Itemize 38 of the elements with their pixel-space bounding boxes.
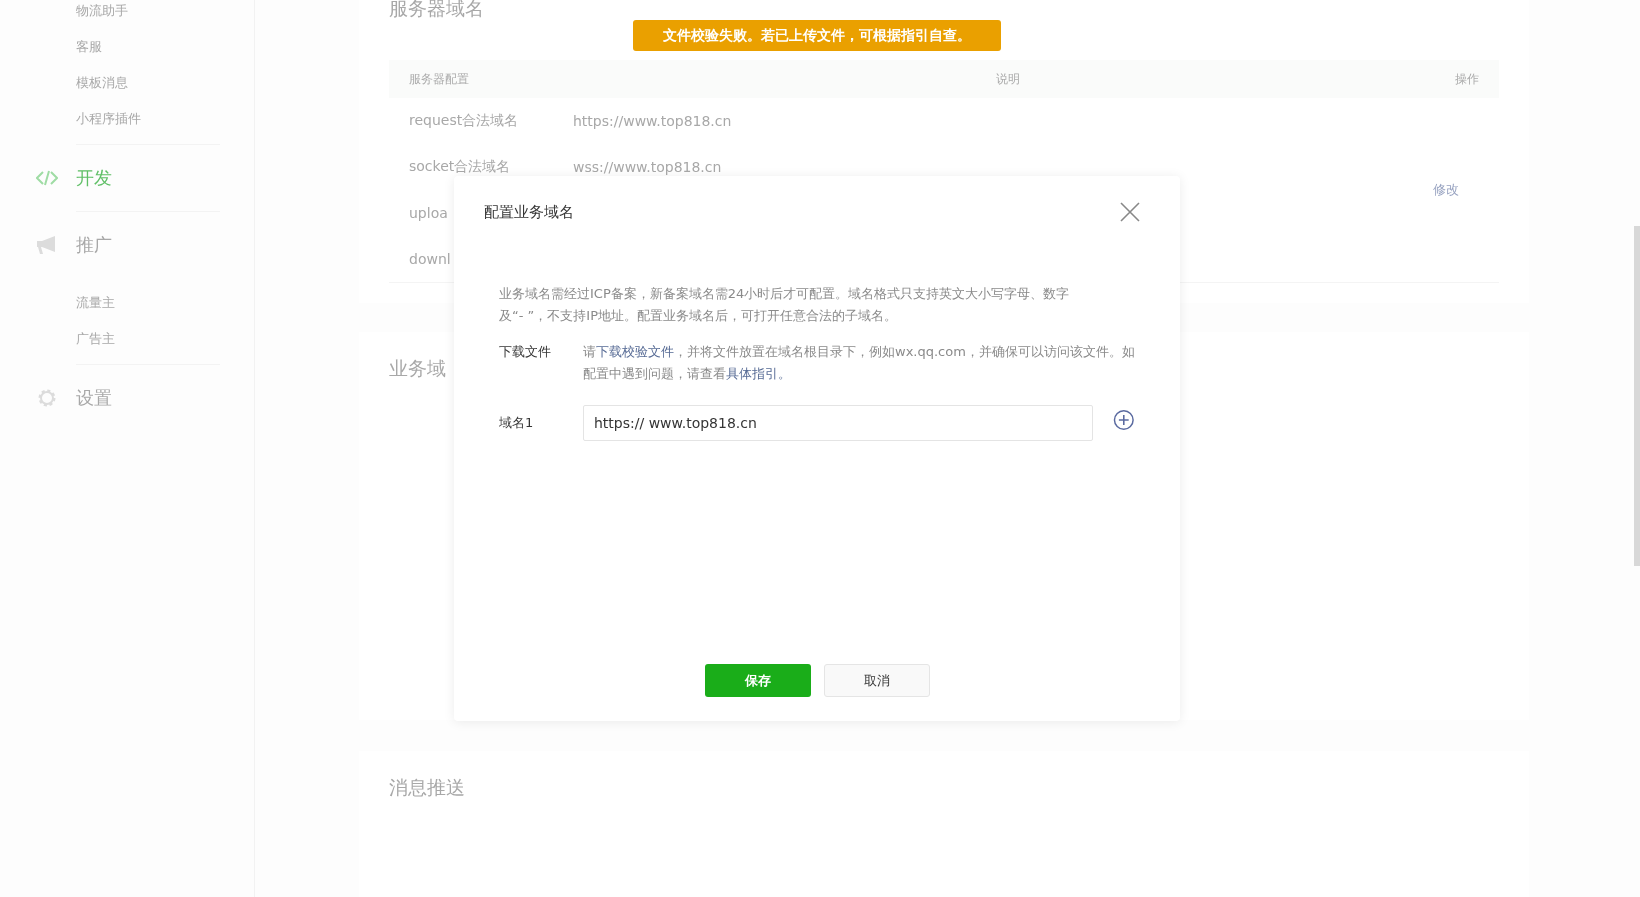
domain-input-field[interactable]: https:// www.top818.cn: [583, 405, 1094, 441]
column-header: 说明: [996, 70, 1021, 88]
code-icon: [36, 170, 58, 186]
instruction-text: 请下载校验文件，并将文件放置在域名根目录下，例如wx.qq.com，并确保可以访问该文件。如配置中遇到问题，请查看具体指引。: [583, 343, 1135, 383]
sidebar-item[interactable]: 广告主: [76, 328, 115, 364]
link[interactable]: 具体指引。: [726, 366, 791, 381]
save-button[interactable]: 保存: [704, 664, 811, 697]
section-title: 服务器域名: [389, 0, 484, 21]
link[interactable]: 下载校验文件: [596, 344, 674, 359]
column-header: 操作: [1455, 70, 1479, 88]
field-label: 下载文件: [499, 343, 552, 361]
dialog-title: 配置业务域名: [484, 202, 574, 222]
sidebar-item[interactable]: 客服: [76, 36, 102, 72]
table-cell: downl: [409, 251, 451, 267]
gear-icon: [36, 387, 58, 409]
close-icon[interactable]: [1119, 201, 1141, 223]
table-cell: uploa: [409, 205, 448, 221]
add-icon[interactable]: [1113, 409, 1135, 431]
sidebar-item[interactable]: 流量主: [76, 292, 115, 328]
sidebar-section[interactable]: 设置: [76, 386, 112, 410]
edit-link[interactable]: 修改: [1433, 181, 1459, 199]
sidebar-item[interactable]: 模板消息: [76, 72, 128, 108]
toast-message: 文件校验失败。若已上传文件，可根据指引自查。: [633, 20, 1001, 51]
description-text: 业务域名需经过ICP备案，新备案域名需24小时后才可配置。域名格式只支持英文大小写字母、数字及“- ”，不支持IP地址。配置业务域名后，可打开任意合法的子域名。: [499, 285, 1071, 325]
sidebar-item[interactable]: 物流助手: [76, 0, 128, 36]
field-label: 域名1: [499, 414, 535, 432]
sidebar-item[interactable]: 小程序插件: [76, 108, 141, 144]
megaphone-icon: [36, 235, 58, 255]
table-cell: wss://www.top818.cn: [573, 159, 722, 175]
table-cell: request合法域名: [409, 112, 519, 128]
cancel-button[interactable]: 取消: [823, 664, 930, 697]
table-cell: https://www.top818.cn: [573, 113, 732, 129]
section-title: 消息推送: [389, 774, 465, 800]
section-title: 业务域: [389, 356, 446, 382]
sidebar-section[interactable]: 开发: [76, 166, 112, 190]
sidebar-section[interactable]: 推广: [76, 233, 112, 257]
table-cell: socket合法域名: [409, 158, 511, 174]
column-header: 服务器配置: [409, 70, 470, 88]
